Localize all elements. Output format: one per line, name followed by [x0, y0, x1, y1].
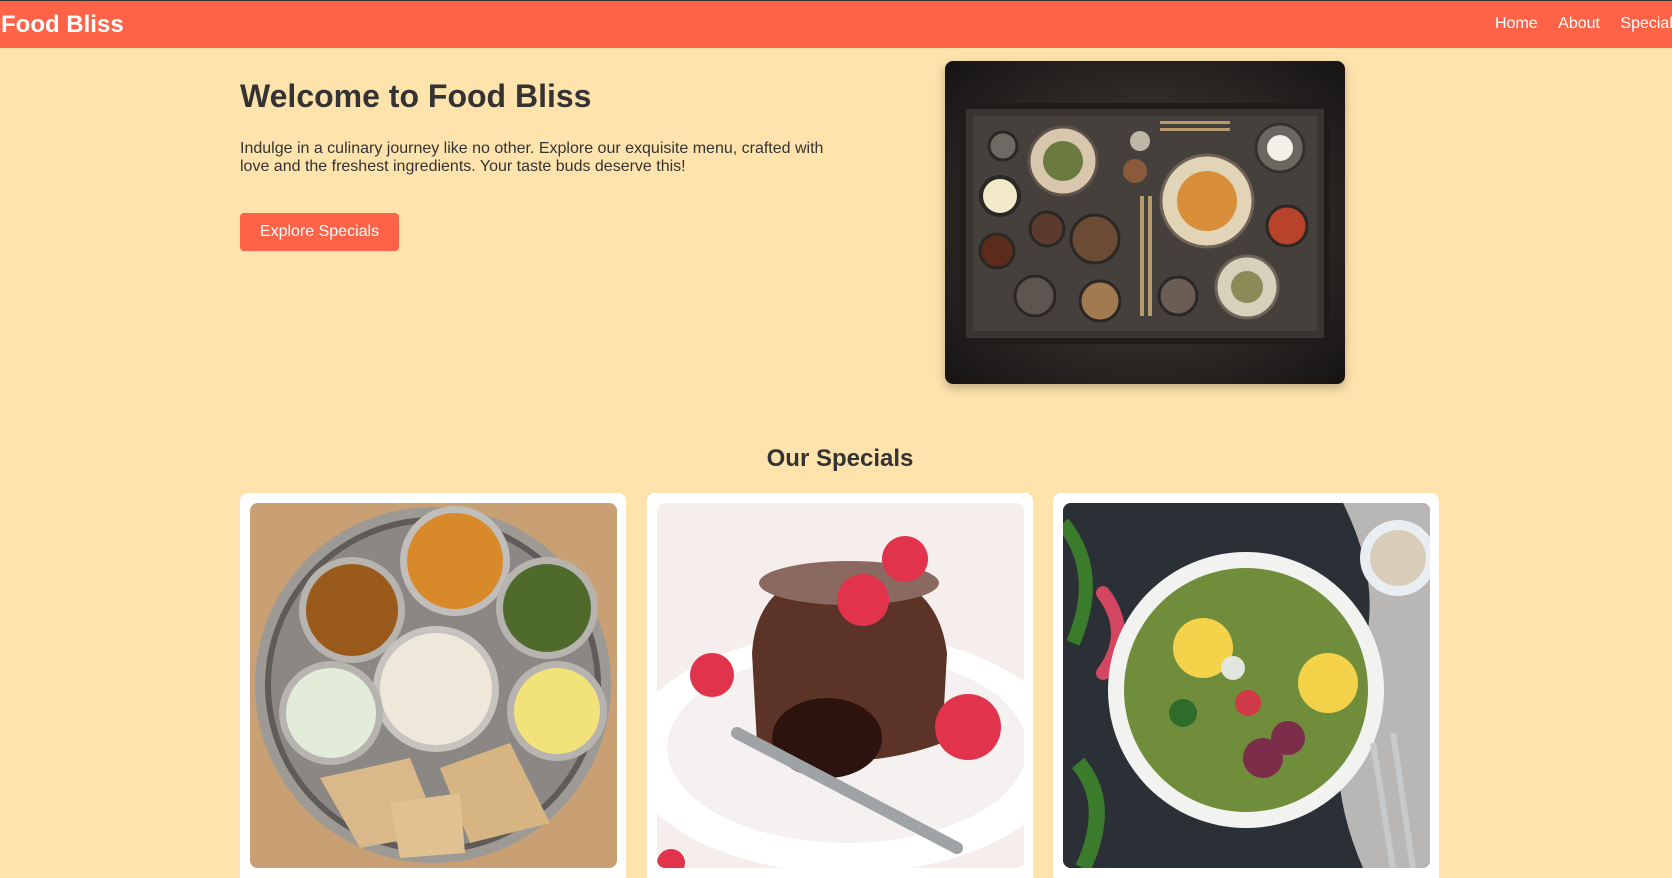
- page: Food Bliss Home About Specials Welcome t…: [0, 0, 1672, 878]
- specials-title: Our Specials: [766, 445, 914, 472]
- nav-link-home[interactable]: Home: [1495, 15, 1538, 33]
- nav-links: Home About Specials: [1495, 15, 1672, 33]
- hero-image: [945, 61, 1345, 384]
- thali-image: [250, 503, 617, 868]
- lava-cake-image: [657, 503, 1024, 868]
- salad-image: [1063, 503, 1430, 868]
- nav-link-about[interactable]: About: [1558, 15, 1600, 33]
- nav-link-specials[interactable]: Specials: [1620, 15, 1672, 33]
- hero-description: Indulge in a culinary journey like no ot…: [240, 140, 824, 175]
- brand-logo[interactable]: Food Bliss: [1, 11, 124, 39]
- special-card-salad[interactable]: [1053, 493, 1439, 878]
- special-card-thali[interactable]: [240, 493, 626, 878]
- explore-specials-button[interactable]: Explore Specials: [240, 213, 399, 251]
- hero-title: Welcome to Food Bliss: [240, 78, 592, 114]
- navbar: Food Bliss Home About Specials: [0, 0, 1672, 48]
- food-tray-illustration: [960, 103, 1330, 344]
- special-card-lava-cake[interactable]: [647, 493, 1033, 878]
